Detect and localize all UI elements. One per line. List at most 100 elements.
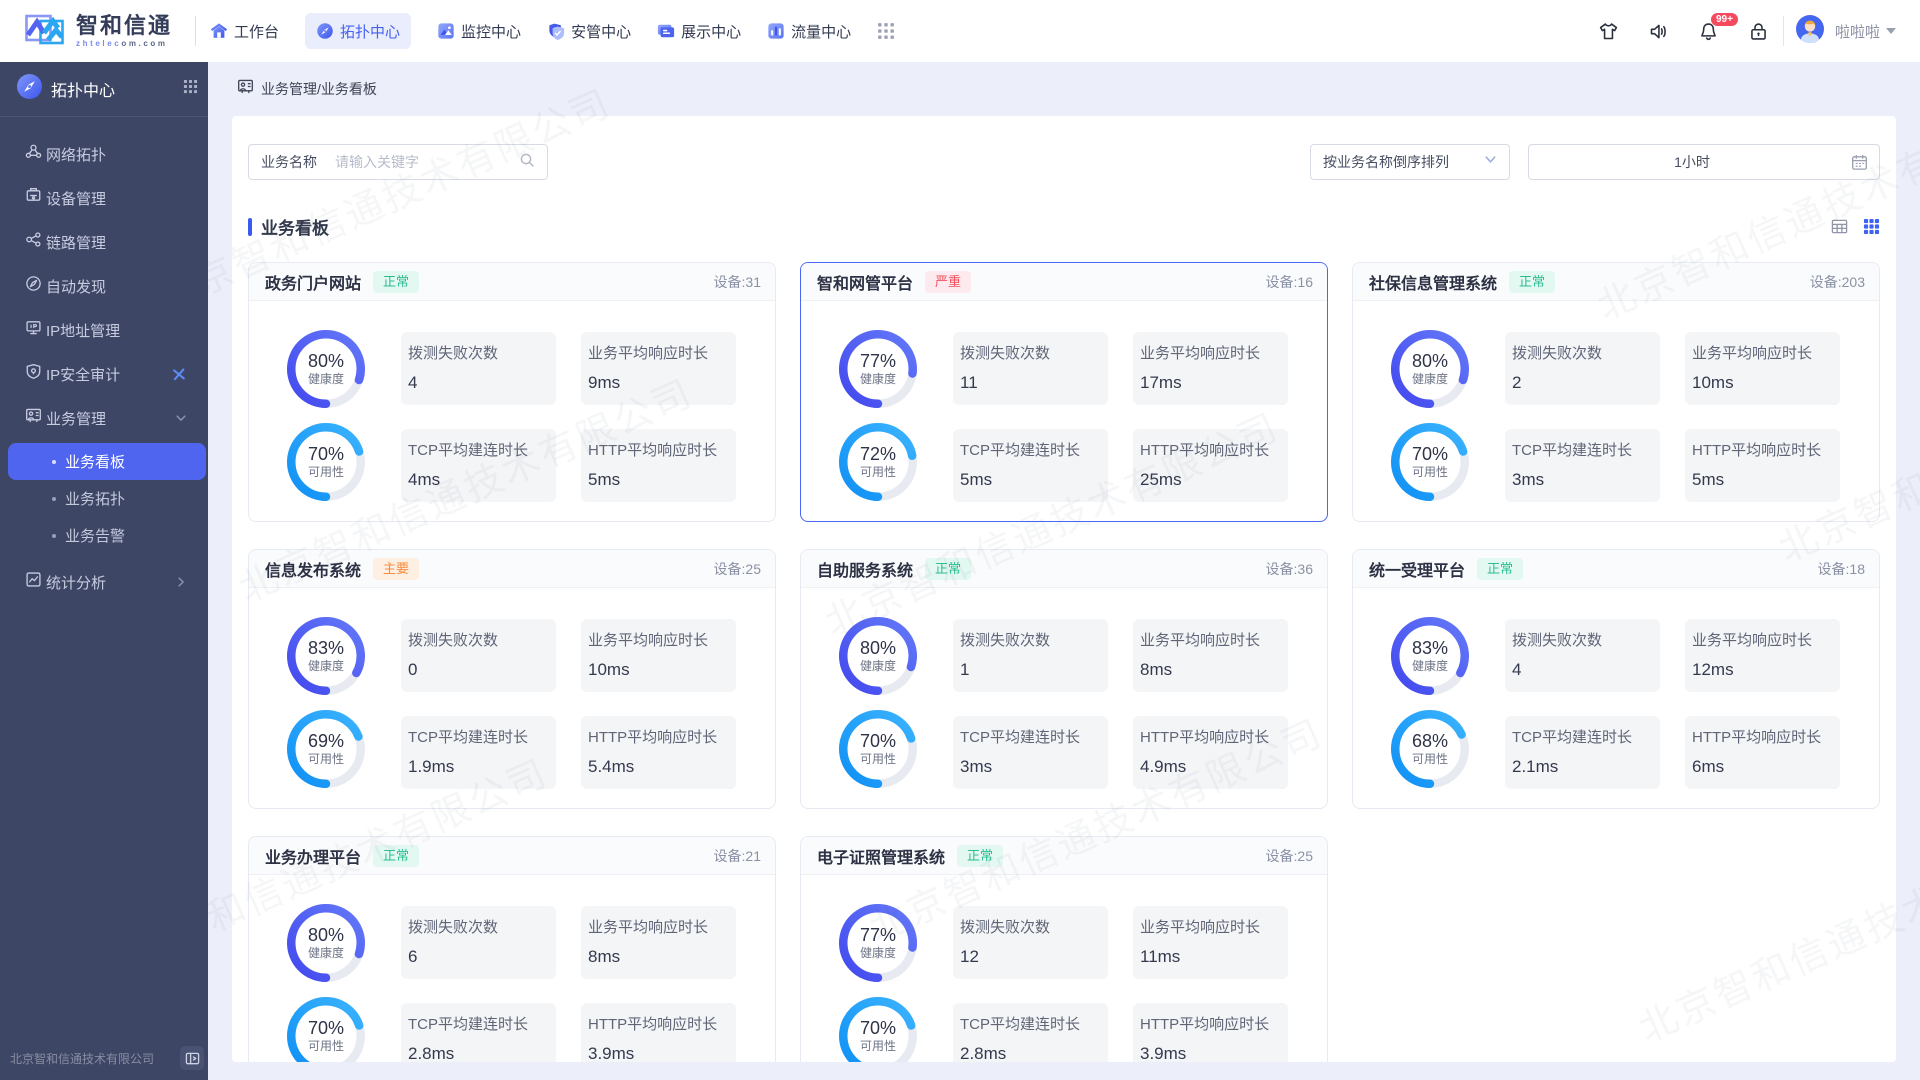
stat-label: TCP平均建连时长 [960, 729, 1081, 746]
sort-select[interactable]: 按业务名称倒序排列 [1310, 144, 1510, 180]
sidebar-subitem-2[interactable]: 业务拓扑 [8, 480, 206, 517]
service-card[interactable]: 信息发布系统 主要 设备:25 83% 健康度 69% 可用性 拨测失败次数 0… [248, 549, 776, 809]
card-title: 信息发布系统 [265, 562, 362, 580]
stat-box: 拨测失败次数 1 [953, 619, 1108, 692]
availability-value: 72% [859, 444, 897, 464]
stat-label: 拨测失败次数 [960, 345, 1051, 362]
sidebar: 拓扑中心 网络拓扑 设备管理 链路管理 自动发现 IP地址管理 IP安全审计 业… [0, 62, 208, 1080]
notification-badge: 99+ [1710, 12, 1738, 26]
service-card[interactable]: 电子证照管理系统 正常 设备:25 77% 健康度 70% 可用性 拨测失败次数… [800, 836, 1328, 1062]
stat-label: TCP平均建连时长 [408, 1016, 529, 1033]
status-badge: 正常 [925, 557, 972, 580]
table-view-button[interactable] [1831, 218, 1848, 235]
grid-view-icon [1863, 218, 1880, 235]
service-card[interactable]: 业务办理平台 正常 设备:21 80% 健康度 70% 可用性 拨测失败次数 6… [248, 836, 776, 1062]
stat-label: 业务平均响应时长 [588, 919, 709, 936]
sidebar-item-7[interactable]: 业务管理 [0, 396, 208, 440]
stat-value: 8ms [1140, 660, 1173, 679]
sidebar-item-6[interactable]: IP安全审计 [0, 352, 208, 396]
sidebar-item-2[interactable]: 设备管理 [0, 176, 208, 220]
primary-nav: 工作台 拓扑中心 监控中心 安管中心 展示中心 流量中心 [210, 13, 877, 49]
notifications-button[interactable]: 99+ [1698, 12, 1738, 42]
stat-box: 业务平均响应时长 11ms [1133, 906, 1288, 979]
nav-item-1[interactable]: 工作台 [210, 13, 279, 49]
health-value: 83% [307, 638, 345, 658]
grid-view-button[interactable] [1863, 218, 1880, 235]
apps-grid-button[interactable] [877, 13, 895, 49]
device-count: 设备:18 [1817, 560, 1865, 577]
search-input[interactable]: 业务名称 请输入关键字 [248, 144, 548, 180]
sidebar-subitem-1[interactable]: 业务看板 [8, 443, 206, 480]
stat-label: HTTP平均响应时长 [1692, 442, 1822, 459]
status-badge: 正常 [1477, 557, 1524, 580]
stat-box: TCP平均建连时长 1.9ms [401, 716, 556, 789]
service-card[interactable]: 政务门户网站 正常 设备:31 80% 健康度 70% 可用性 拨测失败次数 4… [248, 262, 776, 522]
stat-value: 5ms [588, 470, 621, 489]
stat-box: HTTP平均响应时长 3.9ms [581, 1003, 736, 1062]
theme-skin-button[interactable] [1598, 21, 1619, 42]
card-body: 80% 健康度 70% 可用性 拨测失败次数 6 业务平均响应时长 8ms TC… [249, 875, 775, 1062]
nav-item-label: 流量中心 [791, 23, 852, 41]
stat-box: 拨测失败次数 6 [401, 906, 556, 979]
card-header: 智和网管平台 严重 设备:16 [801, 263, 1327, 301]
sidebar-item-3[interactable]: 链路管理 [0, 220, 208, 264]
nav-item-4[interactable]: 安管中心 [547, 13, 631, 49]
bullet-icon [52, 533, 56, 538]
business-management-icon [25, 407, 42, 429]
user-menu[interactable]: 啦啦啦 [1795, 14, 1896, 48]
stat-label: HTTP平均响应时长 [1140, 1016, 1270, 1033]
card-body: 83% 健康度 69% 可用性 拨测失败次数 0 业务平均响应时长 10ms T… [249, 588, 775, 808]
stat-box: TCP平均建连时长 4ms [401, 429, 556, 502]
stat-value: 4 [408, 373, 418, 392]
main-content: 业务管理/业务看板 业务名称 请输入关键字 按业务名称倒序排列 1小时 业务看板… [208, 62, 1920, 1080]
health-value: 80% [307, 925, 345, 945]
stat-label: 业务平均响应时长 [1140, 632, 1261, 649]
auto-discovery-icon [25, 275, 42, 297]
sidebar-submenu: 业务看板 业务拓扑 业务告警 [0, 440, 208, 560]
stat-label: 业务平均响应时长 [588, 345, 709, 362]
sidebar-item-8[interactable]: 统计分析 [0, 560, 208, 604]
nav-item-label: 展示中心 [681, 23, 742, 41]
stat-box: 业务平均响应时长 12ms [1685, 619, 1840, 692]
navbar-divider [1782, 16, 1784, 46]
stat-label: 拨测失败次数 [408, 345, 499, 362]
brand-logo[interactable]: 智和信通 zhtelecom.com [25, 13, 172, 50]
service-card[interactable]: 自助服务系统 正常 设备:36 80% 健康度 70% 可用性 拨测失败次数 1… [800, 549, 1328, 809]
stat-box: HTTP平均响应时长 5ms [1685, 429, 1840, 502]
stat-label: TCP平均建连时长 [960, 442, 1081, 459]
sidebar-item-4[interactable]: 自动发现 [0, 264, 208, 308]
announcement-button[interactable] [1648, 21, 1669, 42]
availability-value: 70% [859, 731, 897, 751]
service-card[interactable]: 统一受理平台 正常 设备:18 83% 健康度 68% 可用性 拨测失败次数 4… [1352, 549, 1880, 809]
nav-item-label: 安管中心 [571, 23, 632, 41]
health-label: 健康度 [1411, 372, 1448, 386]
device-count: 设备:31 [713, 273, 761, 290]
nav-item-5[interactable]: 展示中心 [657, 13, 741, 49]
availability-value: 70% [307, 444, 345, 464]
brand-logo-icon [25, 13, 67, 50]
sidebar-subitem-3[interactable]: 业务告警 [8, 517, 206, 554]
card-title: 统一受理平台 [1369, 562, 1466, 580]
service-card[interactable]: 社保信息管理系统 正常 设备:203 80% 健康度 70% 可用性 拨测失败次… [1352, 262, 1880, 522]
availability-ring: 72% 可用性 [839, 423, 917, 501]
brand-subtitle: zhtelecom.com [76, 39, 172, 48]
nav-item-6[interactable]: 流量中心 [767, 13, 851, 49]
availability-value: 69% [307, 731, 345, 751]
time-range-value: 1小时 [1674, 154, 1710, 170]
sidebar-item-1[interactable]: 网络拓扑 [0, 132, 208, 176]
card-header: 电子证照管理系统 正常 设备:25 [801, 837, 1327, 875]
brand-title: 智和信通 [76, 13, 173, 38]
stat-label: 拨测失败次数 [960, 919, 1051, 936]
nav-item-2[interactable]: 拓扑中心 [305, 13, 412, 49]
card-header: 统一受理平台 正常 设备:18 [1353, 550, 1879, 588]
sidebar-grid-icon[interactable] [183, 79, 198, 99]
collapse-sidebar-button[interactable] [180, 1046, 204, 1070]
availability-label: 可用性 [859, 465, 896, 479]
lock-screen-button[interactable] [1748, 21, 1769, 42]
sidebar-item-5[interactable]: IP地址管理 [0, 308, 208, 352]
stat-value: 4 [1512, 660, 1522, 679]
service-card[interactable]: 智和网管平台 严重 设备:16 77% 健康度 72% 可用性 拨测失败次数 1… [800, 262, 1328, 522]
time-range-picker[interactable]: 1小时 [1528, 144, 1880, 180]
health-value: 77% [859, 925, 897, 945]
nav-item-3[interactable]: 监控中心 [437, 13, 521, 49]
